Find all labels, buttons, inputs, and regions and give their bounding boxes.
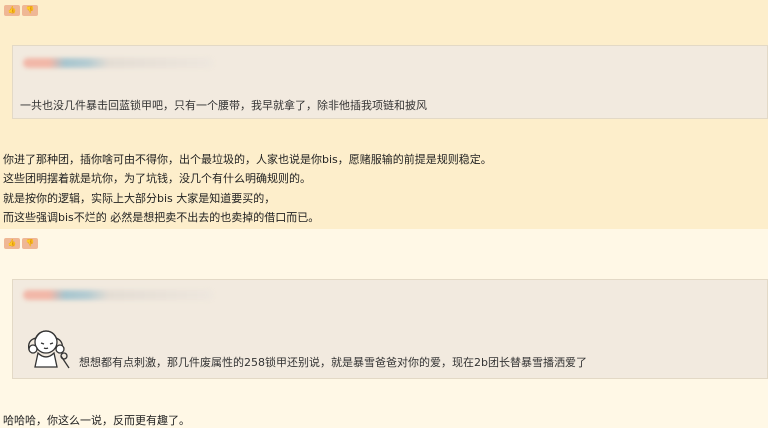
quote-block: 一共也没几件暴击回蓝锁甲吧，只有一个腰带，我早就拿了，除非他插我项链和披风: [12, 45, 768, 119]
quote-text: 一共也没几件暴击回蓝锁甲吧，只有一个腰带，我早就拿了，除非他插我项链和披风: [20, 99, 427, 112]
quote-block: 想想都有点刺激，那几件废属性的258锁甲还别说，就是暴雪爸爸对你的爱，现在2b团…: [12, 279, 768, 379]
post-text-line: 哈哈哈，你这么一说，反而更有趣了。: [3, 414, 190, 427]
quote-author-name-blurred: [23, 58, 213, 68]
quote-author-name-blurred: [23, 290, 213, 300]
quote-text: 想想都有点刺激，那几件废属性的258锁甲还别说，就是暴雪爸爸对你的爱，现在2b团…: [79, 356, 587, 369]
post-text-line: 就是按你的逻辑，实际上大部分bis 大家是知道要买的，: [3, 192, 276, 205]
vote-bar: 👍 👎: [4, 238, 38, 249]
sticker-girl-icon: [28, 330, 70, 369]
post-text-line: 这些团明摆着就是坑你，为了坑钱，没几个有什么明确规则的。: [3, 172, 311, 185]
thumbs-down-icon[interactable]: 👎: [22, 238, 38, 249]
post-text-line: 你进了那种团，插你啥可由不得你，出个最垃圾的，人家也说是你bis，愿赌服输的前提…: [3, 153, 492, 166]
thumbs-up-icon[interactable]: 👍: [4, 5, 20, 16]
thumbs-up-icon[interactable]: 👍: [4, 238, 20, 249]
vote-bar: 👍 👎: [4, 5, 38, 16]
post-text-line: 而这些强调bis不烂的 必然是想把卖不出去的也卖掉的借口而已。: [3, 211, 320, 224]
thumbs-down-icon[interactable]: 👎: [22, 5, 38, 16]
